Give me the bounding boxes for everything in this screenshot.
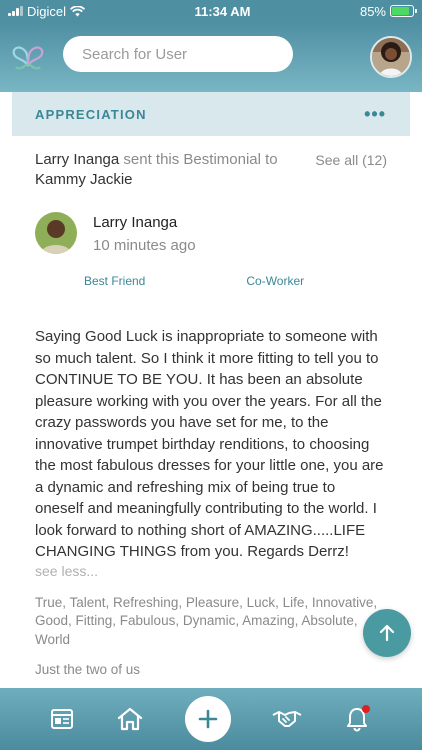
tag-co-worker[interactable]: Co-Worker — [246, 274, 304, 288]
wifi-icon — [70, 5, 86, 16]
status-time: 11:34 AM — [194, 3, 251, 19]
plus-icon — [198, 709, 218, 729]
keywords-list: True, Talent, Refreshing, Pleasure, Luck… — [35, 594, 378, 647]
home-icon — [117, 707, 143, 731]
battery-icon — [390, 5, 417, 17]
status-right: 85% — [359, 3, 417, 19]
sender-name[interactable]: Larry Inanga — [35, 151, 119, 168]
nav-feed-button[interactable] — [47, 704, 77, 734]
status-bar: Digicel 11:34 AM 85% — [0, 0, 422, 22]
profile-avatar[interactable] — [370, 36, 412, 78]
bottom-nav — [0, 688, 422, 750]
author-name[interactable]: Larry Inanga — [93, 213, 196, 233]
search-input[interactable] — [82, 45, 281, 63]
see-all-link[interactable]: See all (12) — [315, 150, 387, 170]
author-photo-icon — [35, 212, 77, 254]
notification-badge — [362, 705, 370, 713]
footer-note: Just the two of us — [35, 662, 141, 677]
post-header: Larry Inanga sent this Bestimonial to Ka… — [35, 150, 387, 190]
header — [0, 22, 422, 92]
butterfly-logo-icon[interactable] — [10, 38, 46, 74]
author-info: Larry Inanga 10 minutes ago — [93, 213, 196, 254]
nav-add-button[interactable] — [185, 696, 231, 742]
scroll-to-top-button[interactable] — [363, 609, 411, 657]
sent-text: sent this Bestimonial to — [119, 151, 278, 168]
section-header: APPRECIATION ••• — [12, 92, 410, 136]
section-title: APPRECIATION — [35, 106, 147, 122]
user-photo-icon — [372, 38, 410, 76]
battery-percent: 85% — [359, 3, 386, 19]
see-less-link[interactable]: see less... — [35, 563, 387, 579]
message-text: Saying Good Luck is inappropriate to som… — [35, 328, 384, 560]
recipient-name[interactable]: Kammy Jackie — [35, 171, 133, 188]
tag-best-friend[interactable]: Best Friend — [84, 274, 145, 288]
carrier-name: Digicel — [27, 3, 67, 19]
signal-icon — [8, 6, 23, 16]
nav-connections-button[interactable] — [270, 704, 304, 734]
relationship-tags: Best Friend Co-Worker — [35, 274, 387, 288]
author-avatar[interactable] — [35, 212, 77, 254]
search-box[interactable] — [63, 36, 293, 72]
nav-home-button[interactable] — [115, 704, 145, 734]
post-time: 10 minutes ago — [93, 236, 196, 254]
author-row: Larry Inanga 10 minutes ago — [35, 212, 387, 254]
nav-notifications-button[interactable] — [342, 704, 372, 734]
arrow-up-icon — [379, 624, 395, 642]
battery-fill — [392, 7, 409, 15]
handshake-icon — [272, 711, 302, 727]
status-left: Digicel — [8, 3, 86, 19]
more-options-button[interactable]: ••• — [364, 104, 386, 125]
newspaper-icon — [51, 709, 73, 729]
content-area[interactable]: APPRECIATION ••• Larry Inanga sent this … — [0, 92, 422, 688]
bestimonial-card: Larry Inanga sent this Bestimonial to Ka… — [12, 136, 410, 688]
